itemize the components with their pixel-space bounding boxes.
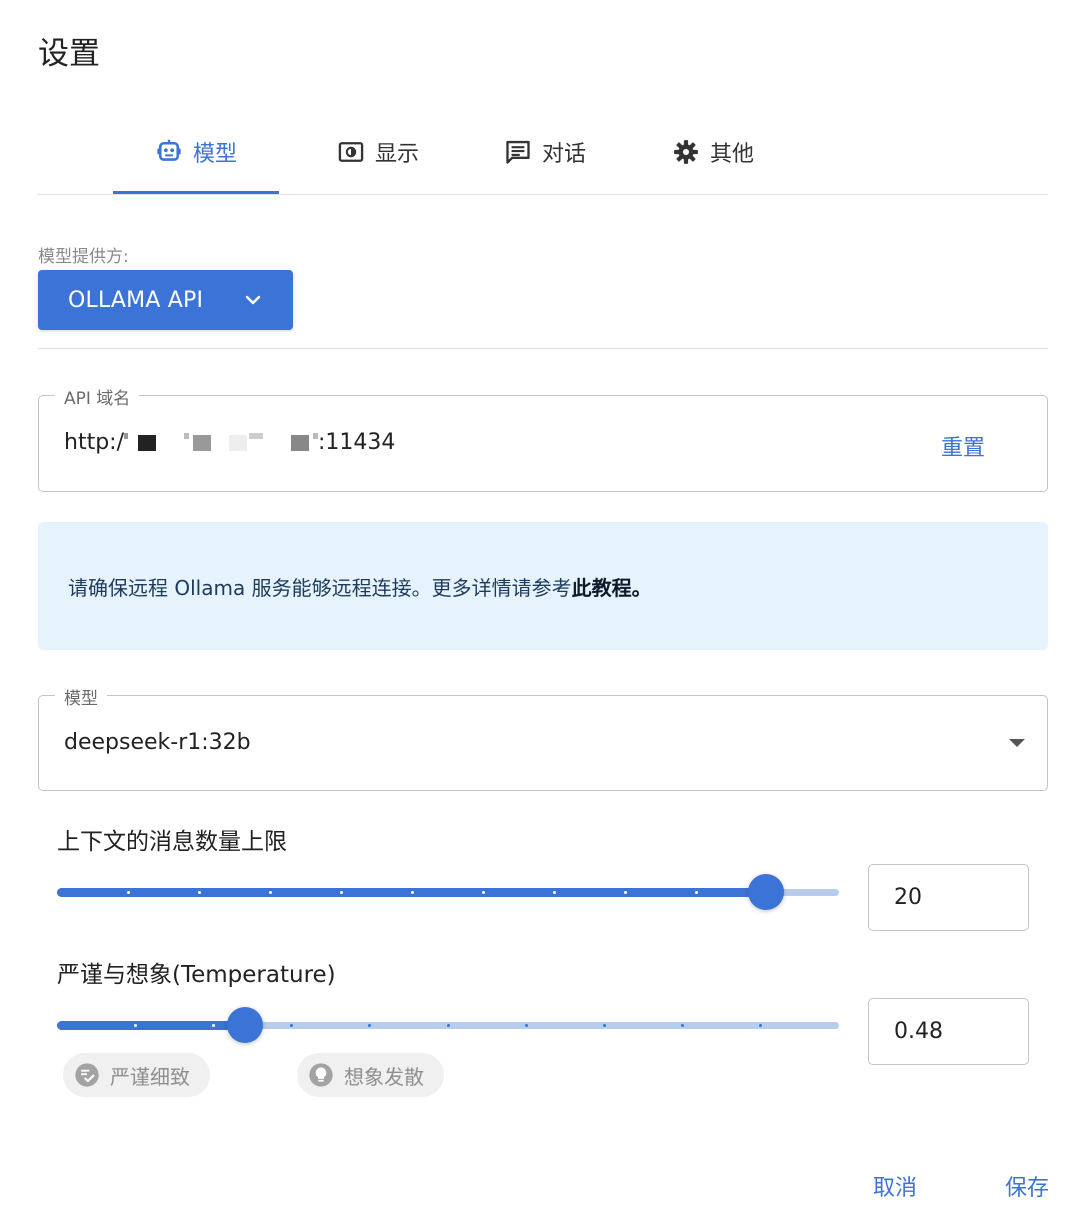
api-host-input[interactable]: http:/ :11434 bbox=[64, 430, 395, 455]
slider-mark bbox=[339, 891, 343, 894]
context-limit-slider[interactable] bbox=[57, 872, 839, 912]
temperature-label: 严谨与想象(Temperature) bbox=[57, 962, 336, 988]
caret-down-icon bbox=[1009, 739, 1025, 747]
tab-display-label: 显示 bbox=[374, 142, 419, 167]
alert-end: 。 bbox=[631, 575, 652, 600]
display-icon bbox=[337, 138, 365, 166]
slider-mark bbox=[126, 891, 130, 894]
robot-icon bbox=[155, 138, 183, 166]
slider-mark bbox=[524, 1024, 528, 1027]
reset-button[interactable]: 重置 bbox=[941, 430, 985, 462]
save-button[interactable]: 保存 bbox=[1005, 1170, 1049, 1202]
precise-chip[interactable]: 严谨细致 bbox=[63, 1053, 210, 1097]
slider-mark bbox=[410, 891, 414, 894]
precise-icon bbox=[73, 1061, 101, 1089]
api-host-legend: API 域名 bbox=[55, 384, 140, 409]
redacted-block bbox=[123, 432, 128, 439]
alert-message: 请确保远程 Ollama 服务能够远程连接。更多详情请参考 bbox=[68, 575, 572, 600]
redacted-block bbox=[192, 434, 211, 451]
slider-mark bbox=[446, 1024, 450, 1027]
tab-model[interactable]: 模型 bbox=[113, 110, 279, 194]
chat-icon bbox=[504, 138, 532, 166]
slider-thumb[interactable] bbox=[226, 1007, 263, 1043]
api-host-suffix: :11434 bbox=[317, 430, 396, 455]
temperature-slider[interactable] bbox=[57, 1005, 839, 1045]
slider-mark bbox=[197, 891, 201, 894]
slider-mark bbox=[268, 891, 272, 894]
creative-chip[interactable]: 想象发散 bbox=[297, 1053, 444, 1097]
model-legend: 模型 bbox=[55, 684, 107, 709]
model-select[interactable]: 模型 deepseek-r1:32b bbox=[38, 684, 1048, 791]
info-alert: 请确保远程 Ollama 服务能够远程连接。更多详情请参考此教程。 bbox=[38, 522, 1048, 650]
settings-tabs: 模型 显示 对话 其他 bbox=[38, 110, 1048, 195]
tutorial-link[interactable]: 此教程 bbox=[572, 576, 632, 600]
dialog-title: 设置 bbox=[38, 36, 100, 72]
lightbulb-icon bbox=[307, 1061, 335, 1089]
redacted-block bbox=[228, 434, 247, 451]
slider-mark bbox=[133, 1024, 137, 1027]
redacted-block bbox=[248, 432, 263, 439]
context-limit-input[interactable]: 20 bbox=[868, 864, 1029, 931]
slider-mark bbox=[211, 1024, 215, 1027]
tab-display[interactable]: 显示 bbox=[303, 110, 453, 194]
temperature-input[interactable]: 0.48 bbox=[868, 998, 1029, 1065]
tab-chat[interactable]: 对话 bbox=[470, 110, 620, 194]
tab-model-label: 模型 bbox=[192, 142, 237, 167]
tab-other[interactable]: 其他 bbox=[638, 110, 788, 194]
active-tab-indicator bbox=[113, 191, 279, 194]
precise-chip-label: 严谨细致 bbox=[110, 1064, 190, 1089]
cancel-button[interactable]: 取消 bbox=[873, 1170, 917, 1202]
slider-mark bbox=[602, 1024, 606, 1027]
provider-label: 模型提供方: bbox=[38, 247, 129, 267]
api-host-prefix: http:/ bbox=[64, 430, 124, 455]
redacted-block bbox=[183, 432, 189, 439]
provider-select-button[interactable]: OLLAMA API bbox=[38, 270, 293, 330]
section-divider bbox=[38, 348, 1048, 349]
alert-text: 请确保远程 Ollama 服务能够远程连接。更多详情请参考此教程。 bbox=[68, 572, 652, 601]
chevron-down-icon bbox=[241, 288, 265, 312]
creative-chip-label: 想象发散 bbox=[344, 1064, 424, 1089]
tab-chat-label: 对话 bbox=[541, 142, 586, 167]
tab-other-label: 其他 bbox=[709, 142, 754, 167]
redacted-block bbox=[290, 434, 309, 451]
redacted-block bbox=[137, 434, 156, 451]
context-limit-label: 上下文的消息数量上限 bbox=[57, 829, 287, 855]
slider-track bbox=[57, 1021, 245, 1030]
model-value: deepseek-r1:32b bbox=[64, 730, 251, 755]
api-host-field[interactable]: API 域名 http:/ :11434 重置 bbox=[38, 384, 1048, 492]
gear-icon bbox=[672, 138, 700, 166]
provider-value: OLLAMA API bbox=[68, 287, 204, 313]
